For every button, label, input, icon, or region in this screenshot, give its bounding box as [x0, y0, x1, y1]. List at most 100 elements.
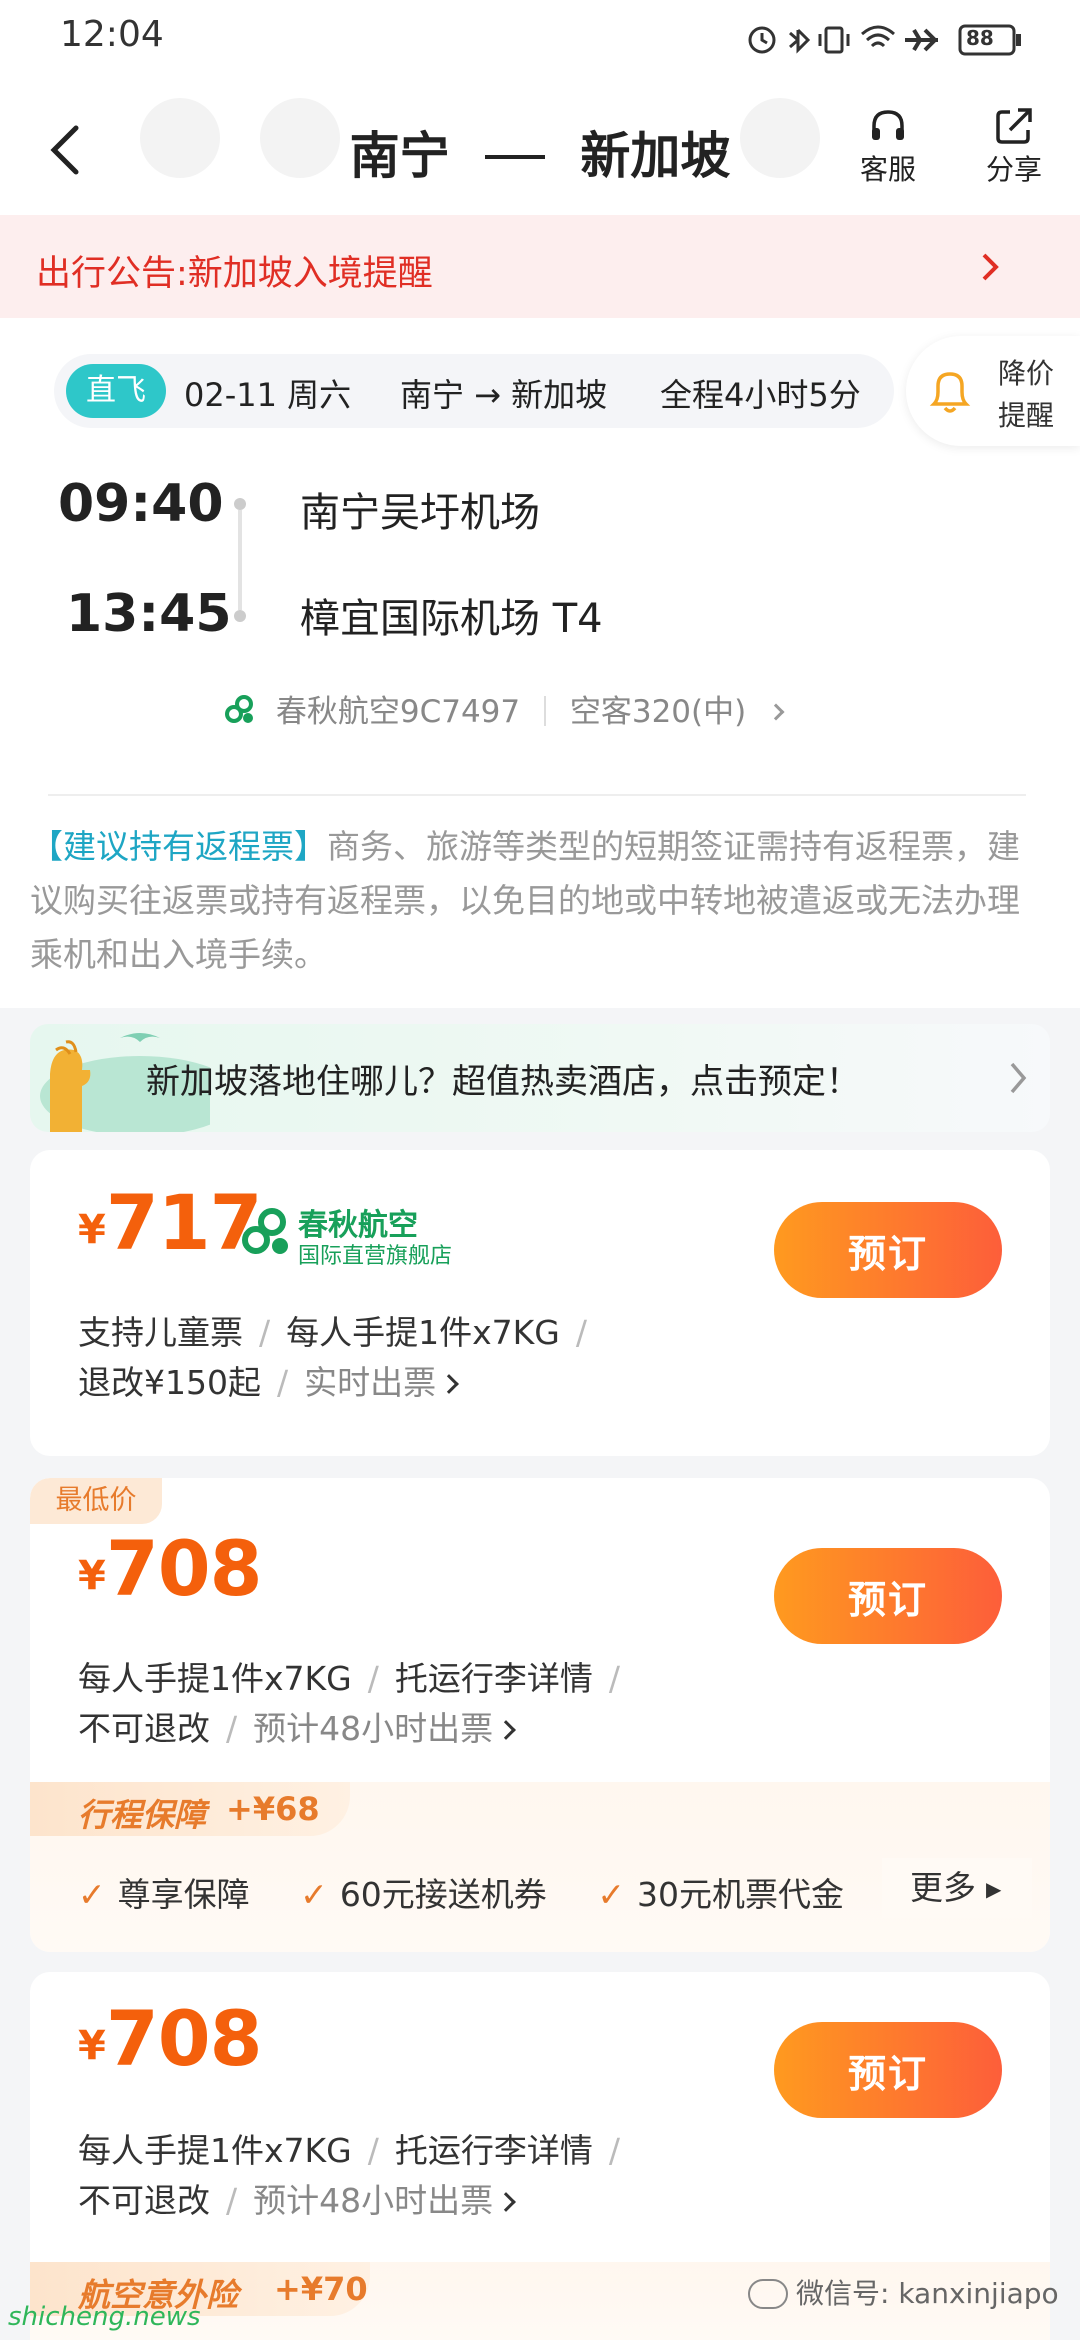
- insurance-price: +¥70: [274, 2270, 368, 2308]
- share-icon: [996, 108, 1032, 144]
- fare-price: ¥708: [78, 1994, 262, 2083]
- travel-notice[interactable]: 出行公告:新加坡入境提醒: [0, 215, 1080, 318]
- flight-duration: 全程4小时5分: [660, 376, 861, 414]
- triangle-right-icon: ▶: [986, 1877, 1002, 1901]
- customer-service-button[interactable]: 客服: [848, 104, 928, 204]
- protection-more-label: 更多: [910, 1868, 976, 1907]
- feature-carry-on: 每人手提1件x7KG: [78, 1659, 352, 1698]
- timeline-dot: [234, 498, 246, 510]
- feature-refund-policy: 不可退改: [78, 2181, 210, 2220]
- hotel-promo-banner[interactable]: 新加坡落地住哪儿？超值热卖酒店，点击预定！: [30, 1024, 1050, 1132]
- vibrate-icon: [824, 26, 844, 54]
- spring-airlines-logo-icon: [242, 1208, 288, 1254]
- bluetooth-icon: [789, 28, 811, 54]
- flight-route: 南宁 → 新加坡: [400, 376, 608, 414]
- chevron-right-icon: [767, 703, 785, 721]
- fare-price: ¥717: [78, 1178, 262, 1267]
- protection-item: 60元接送机券: [339, 1875, 547, 1914]
- feature-refund-policy: 退改¥150起: [78, 1363, 261, 1402]
- chevron-right-icon: [439, 1374, 460, 1394]
- aircraft-type: 空客320(中): [569, 694, 747, 730]
- return-ticket-advice: 【建议持有返程票】商务、旅游等类型的短期签证需持有返程票，建议购买往返票或持有返…: [30, 820, 1030, 982]
- bell-icon: [929, 372, 971, 413]
- fare-offer-card[interactable]: 最低价 ¥708 预订 每人手提1件x7KG / 托运行李详情 / 不可退改 / 预计48…: [30, 1478, 1050, 1952]
- headset-icon: [872, 110, 904, 140]
- site-watermark: shicheng.news: [8, 2302, 201, 2332]
- feature-refund-policy: 不可退改: [78, 1709, 210, 1748]
- advice-highlight: 【建议持有返程票】: [30, 827, 327, 866]
- share-label: 分享: [985, 153, 1042, 186]
- divider: [543, 696, 546, 726]
- title-origin: 南宁: [349, 127, 450, 185]
- protection-more-button[interactable]: 更多 ▶: [882, 1858, 1032, 1918]
- depart-time: 09:40: [58, 474, 224, 534]
- fare-features-line2[interactable]: 不可退改 / 预计48小时出票: [78, 1702, 517, 1750]
- flight-summary-bar: 直飞 02-11 周六 南宁 → 新加坡 全程4小时5分: [54, 354, 894, 428]
- airline-brand-subtitle: 国际直营旗舰店: [298, 1244, 453, 1269]
- share-button[interactable]: 分享: [974, 104, 1054, 204]
- protection-items: ✓ 尊享保障 ✓ 60元接送机券 ✓ 30元机票代金: [78, 1868, 844, 1916]
- airline-flight-number: 春秋航空9C7497: [275, 694, 521, 730]
- fare-features-line2[interactable]: 退改¥150起 / 实时出票: [78, 1356, 460, 1404]
- flight-date: 02-11 周六: [184, 376, 352, 414]
- wechat-watermark: 微信号: kanxinjiapo: [748, 2272, 1059, 2312]
- fare-price-value: 708: [105, 1524, 263, 1613]
- status-icons-svg: [748, 24, 1021, 56]
- feature-checked-baggage[interactable]: 托运行李详情: [395, 2131, 593, 2170]
- chevron-right-icon: [496, 2192, 517, 2212]
- customer-service-label: 客服: [859, 153, 916, 186]
- fare-features-line2[interactable]: 不可退改 / 预计48小时出票: [78, 2174, 517, 2222]
- flight-info-card: 直飞 02-11 周六 南宁 → 新加坡 全程4小时5分 降价 提醒 09:40…: [0, 318, 1080, 1008]
- feature-carry-on: 每人手提1件x7KG: [78, 2131, 352, 2170]
- divider: [48, 794, 1026, 796]
- book-button[interactable]: 预订: [774, 2022, 1002, 2118]
- notice-text: 出行公告:新加坡入境提醒: [36, 254, 433, 294]
- protection-price: +¥68: [226, 1790, 320, 1828]
- hotel-banner-text: 新加坡落地住哪儿？超值热卖酒店，点击预定！: [146, 1062, 860, 1102]
- wechat-watermark-text: 微信号: kanxinjiapo: [796, 2277, 1059, 2310]
- chevron-right-icon: [496, 1720, 517, 1740]
- battery-level: 88: [966, 26, 994, 50]
- chevron-right-icon: [982, 253, 999, 281]
- spring-airlines-logo-icon: [225, 695, 253, 723]
- fare-features-line1: 支持儿童票 / 每人手提1件x7KG /: [78, 1313, 587, 1352]
- protection-item: 30元机票代金: [636, 1875, 844, 1914]
- arrive-airport: 樟宜国际机场 T4: [300, 596, 603, 642]
- depart-airport: 南宁吴圩机场: [300, 490, 540, 536]
- status-bar: 12:04 88: [0, 0, 1080, 80]
- fare-price-value: 708: [105, 1994, 263, 2083]
- chevron-right-icon: [1010, 1062, 1027, 1094]
- protection-item: 尊享保障: [117, 1875, 250, 1914]
- feature-carry-on: 每人手提1件x7KG: [286, 1313, 560, 1352]
- check-icon: ✓: [78, 1875, 106, 1914]
- book-button[interactable]: 预订: [774, 1202, 1002, 1298]
- protection-title: 行程保障: [78, 1796, 207, 1834]
- ticket-issue-time: 实时出票: [304, 1363, 437, 1402]
- ticket-issue-time: 预计48小时出票: [253, 2181, 494, 2220]
- feature-checked-baggage[interactable]: 托运行李详情: [395, 1659, 593, 1698]
- ticket-issue-time: 预计48小时出票: [253, 1709, 494, 1748]
- lowest-price-badge: 最低价: [30, 1478, 162, 1524]
- price-alert-label-2: 提醒: [998, 399, 1055, 432]
- direct-flight-tag: 直飞: [66, 364, 166, 418]
- fare-offer-card[interactable]: ¥717 春秋航空 国际直营旗舰店 预订 支持儿童票 / 每人手提1件x7KG / 退…: [30, 1150, 1050, 1456]
- nav-bar: 南宁 新加坡 客服 分享: [0, 80, 1080, 215]
- check-icon: ✓: [597, 1875, 625, 1914]
- status-icons: 88: [740, 18, 1040, 62]
- clock: 12:04: [60, 14, 164, 55]
- book-button[interactable]: 预订: [774, 1548, 1002, 1644]
- price-alert-label-1: 降价: [998, 357, 1055, 390]
- airplane-mode-icon: [905, 28, 938, 52]
- wifi-icon: [861, 25, 895, 48]
- fare-features-line1: 每人手提1件x7KG / 托运行李详情 /: [78, 1659, 620, 1698]
- timeline-line: [238, 510, 242, 610]
- title-destination: 新加坡: [580, 127, 731, 185]
- route-dash-icon: [485, 155, 545, 159]
- price-alert-button[interactable]: 降价 提醒: [906, 336, 1080, 446]
- check-icon: ✓: [300, 1875, 328, 1914]
- airline-info[interactable]: 春秋航空9C7497 空客320(中): [222, 686, 785, 736]
- trip-protection-section[interactable]: 行程保障 +¥68 ✓ 尊享保障 ✓ 60元接送机券 ✓ 30元机票代金 更多 ▶: [30, 1782, 1050, 1952]
- fare-price: ¥708: [78, 1524, 262, 1613]
- timeline-dot: [234, 610, 246, 622]
- wechat-icon: [748, 2279, 788, 2309]
